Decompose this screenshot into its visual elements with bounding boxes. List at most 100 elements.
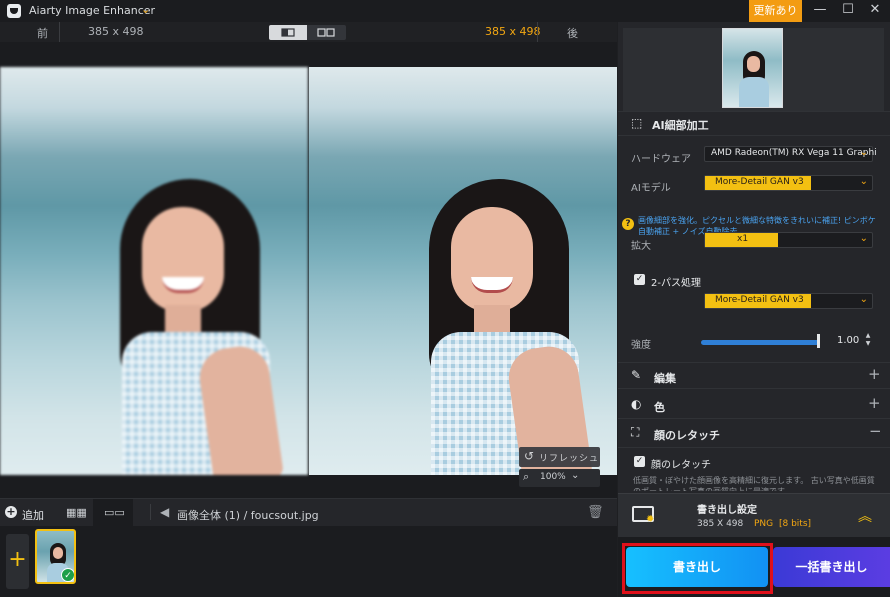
compare-header: 前 385 x 498 385 x 498 後 — [0, 22, 617, 42]
title-bar: Aiarty Image Enhancer ⌄ 更新あり — ☐ ✕ — [0, 0, 890, 22]
face-section-title[interactable]: 顔のレタッチ — [654, 427, 720, 443]
scale-select[interactable]: x1 ⌄ — [704, 232, 873, 248]
edit-icon: ✎ — [631, 368, 642, 382]
strength-value: 1.00 — [837, 335, 860, 346]
zoom-select[interactable]: ⌕ 100% ⌄ — [519, 469, 600, 487]
check-icon: ✓ — [61, 568, 74, 582]
ai-detail-title: AI細部加工 — [652, 119, 709, 132]
refresh-icon: ↺ — [524, 449, 535, 463]
after-size: 385 x 498 — [485, 25, 541, 38]
strength-stepper[interactable]: ▲ ▼ — [862, 332, 874, 350]
model-label: AIモデル — [631, 183, 671, 194]
zoom-value: 100% — [540, 472, 566, 482]
thumbnail[interactable]: ✓ — [35, 529, 76, 584]
edit-section-title[interactable]: 編集 — [654, 370, 676, 386]
app-logo-icon — [7, 4, 21, 18]
chevron-down-icon: ⌄ — [859, 233, 868, 244]
separator — [618, 418, 890, 419]
scale-label: 拡大 — [631, 241, 651, 252]
highlight-box — [622, 543, 773, 594]
hardware-value: AMD Radeon(TM) RX Vega 11 Graphi — [711, 148, 877, 158]
strength-label: 強度 — [631, 340, 651, 351]
face-retouch-label: 顔のレタッチ — [651, 460, 711, 471]
batch-export-button[interactable]: 一括書き出し — [773, 547, 890, 587]
before-image[interactable] — [0, 67, 308, 475]
add-icon[interactable]: + — [5, 506, 17, 518]
split-view-icon — [281, 28, 295, 37]
chevron-down-icon: ⌄ — [859, 176, 868, 187]
export-format: PNG — [754, 519, 774, 529]
strength-slider[interactable] — [701, 340, 819, 345]
gear-icon: ✹ — [646, 514, 655, 525]
export-settings-title: 書き出し設定 — [697, 505, 757, 516]
hardware-label: ハードウェア — [631, 154, 691, 165]
before-label: 前 — [37, 27, 48, 40]
after-label: 後 — [567, 27, 578, 40]
face-retouch-checkbox[interactable]: ✓ — [634, 456, 645, 467]
update-badge[interactable]: 更新あり — [749, 0, 802, 22]
breadcrumb[interactable]: 画像全体 (1) / foucsout.jpg — [177, 507, 319, 523]
preview-area[interactable] — [0, 42, 617, 498]
chevron-down-icon: ⌄ — [859, 294, 868, 305]
export-settings[interactable]: ✹ 書き出し設定 385 X 498 PNG [8 bits] ︽ — [618, 493, 890, 537]
toolbar-divider — [150, 504, 151, 520]
grid-view-icon[interactable]: ▦▦ — [66, 506, 87, 519]
face — [451, 207, 533, 312]
header-divider — [537, 22, 538, 42]
two-pass-model-value: More-Detail GAN v3 — [715, 295, 804, 305]
zoom-icon: ⌕ — [523, 470, 530, 483]
hardware-select[interactable]: AMD Radeon(TM) RX Vega 11 Graphi ⌄ — [704, 146, 877, 162]
strength-slider-handle[interactable] — [817, 334, 820, 348]
maximize-button[interactable]: ☐ — [834, 0, 862, 22]
two-pass-label: 2-パス処理 — [651, 278, 701, 289]
separator — [618, 447, 890, 448]
face-retouch-description: 低画質・ぼやけた顔画像を高精細に復元します。 古い写真や低画質のポートレート写真… — [633, 476, 875, 491]
after-image[interactable] — [309, 67, 617, 475]
chevron-up-icon[interactable]: ︽ — [858, 506, 872, 526]
navigator-thumbnail[interactable] — [722, 28, 783, 108]
export-size: 385 X 498 — [697, 519, 744, 529]
expand-plus-icon[interactable]: + — [868, 365, 881, 383]
list-view-tab[interactable]: ▭▭ — [93, 499, 133, 527]
app-title: Aiarty Image Enhancer — [29, 4, 156, 17]
expand-plus-icon[interactable]: + — [868, 394, 881, 412]
two-pass-checkbox[interactable]: ✓ — [634, 274, 645, 285]
navigator-face — [747, 56, 760, 72]
navigator-dress — [739, 77, 769, 107]
ai-detail-icon: ⬚ — [631, 116, 643, 130]
model-select[interactable]: More-Detail GAN v3 ⌄ — [704, 175, 873, 191]
refresh-button[interactable]: ↺ リフレッシュ — [519, 447, 600, 467]
face — [142, 207, 224, 312]
back-arrow-icon[interactable]: ◀ — [160, 505, 169, 519]
export-actions: 書き出し 一括書き出し — [618, 537, 890, 597]
settings-panel: ⬚ AI細部加工 ハードウェア AMD Radeon(TM) RX Vega 1… — [618, 22, 890, 597]
chevron-down-icon[interactable]: ⌄ — [141, 3, 150, 16]
navigator — [623, 28, 884, 111]
thumbnail-strip: + ✓ — [0, 526, 617, 597]
separator — [618, 388, 890, 389]
side-by-side-icon — [317, 28, 335, 37]
minimize-button[interactable]: — — [806, 0, 834, 22]
separator — [618, 111, 890, 112]
thumbnail-face — [53, 547, 63, 559]
collapse-minus-icon[interactable]: − — [869, 422, 882, 440]
chevron-down-icon: ⌄ — [859, 147, 868, 158]
add-button[interactable]: 追加 — [22, 507, 44, 523]
side-by-side-button[interactable] — [307, 25, 346, 40]
trash-icon[interactable]: 🗑 — [587, 505, 604, 520]
file-toolbar: + 追加 ▦▦ ▭▭ ◀ 画像全体 (1) / foucsout.jpg 🗑 — [0, 498, 617, 527]
help-icon[interactable]: ? — [622, 218, 634, 230]
add-file-button[interactable]: + — [6, 534, 29, 589]
export-bits: [8 bits] — [779, 519, 812, 529]
two-pass-model-select[interactable]: More-Detail GAN v3 ⌄ — [704, 293, 873, 309]
face-scan-icon: ⛶ — [631, 425, 640, 439]
list-view-icon: ▭▭ — [104, 506, 125, 519]
scale-value: x1 — [737, 234, 749, 244]
split-view-button[interactable] — [269, 25, 307, 40]
chevron-down-icon: ⌄ — [571, 470, 580, 481]
refresh-label: リフレッシュ — [539, 454, 600, 464]
close-button[interactable]: ✕ — [861, 0, 889, 22]
before-size: 385 x 498 — [88, 25, 144, 38]
color-section-title[interactable]: 色 — [654, 399, 665, 415]
separator — [618, 135, 890, 136]
